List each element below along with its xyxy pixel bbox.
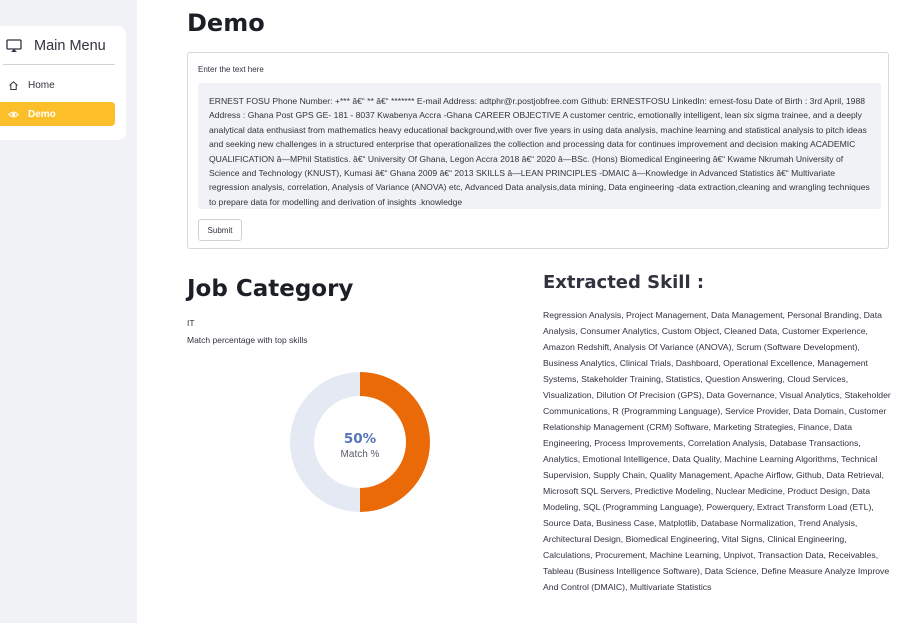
job-category-value: IT [187, 318, 195, 328]
menu-title: Main Menu [34, 38, 106, 54]
main-content: Demo Enter the text here ERNEST FOSU Pho… [137, 0, 901, 623]
house-icon [8, 80, 19, 91]
cast-icon [6, 39, 22, 53]
menu-divider [3, 64, 115, 65]
option-menu: Main Menu Home Demo [0, 26, 126, 140]
submit-button[interactable]: Submit [198, 219, 242, 241]
match-percent: 50% [343, 431, 377, 447]
resume-form: Enter the text here ERNEST FOSU Phone Nu… [187, 52, 889, 249]
resume-text-value: ERNEST FOSU Phone Number: +*** â€“ ** â€… [209, 96, 870, 207]
match-percent-label: Match % [340, 449, 380, 460]
resize-grip-icon[interactable] [873, 202, 879, 208]
sidebar-item-label: Home [28, 79, 55, 91]
match-donut-chart: 50% Match % [289, 371, 431, 513]
extracted-skill-heading: Extracted Skill : [543, 272, 705, 293]
text-area-label: Enter the text here [198, 65, 264, 74]
sidebar: Main Menu Home Demo [0, 0, 137, 623]
extracted-skill-list: Regression Analysis, Project Management,… [543, 310, 891, 592]
eye-icon [8, 109, 19, 120]
sidebar-item-label: Demo [28, 108, 56, 120]
page-title: Demo [187, 9, 265, 37]
sidebar-item-demo[interactable]: Demo [0, 102, 115, 126]
menu-header: Main Menu [6, 34, 106, 58]
sidebar-item-home[interactable]: Home [0, 73, 115, 97]
resume-text-area[interactable]: ERNEST FOSU Phone Number: +*** â€“ ** â€… [198, 83, 881, 209]
match-caption: Match percentage with top skills [187, 335, 308, 345]
job-category-heading: Job Category [187, 276, 354, 302]
